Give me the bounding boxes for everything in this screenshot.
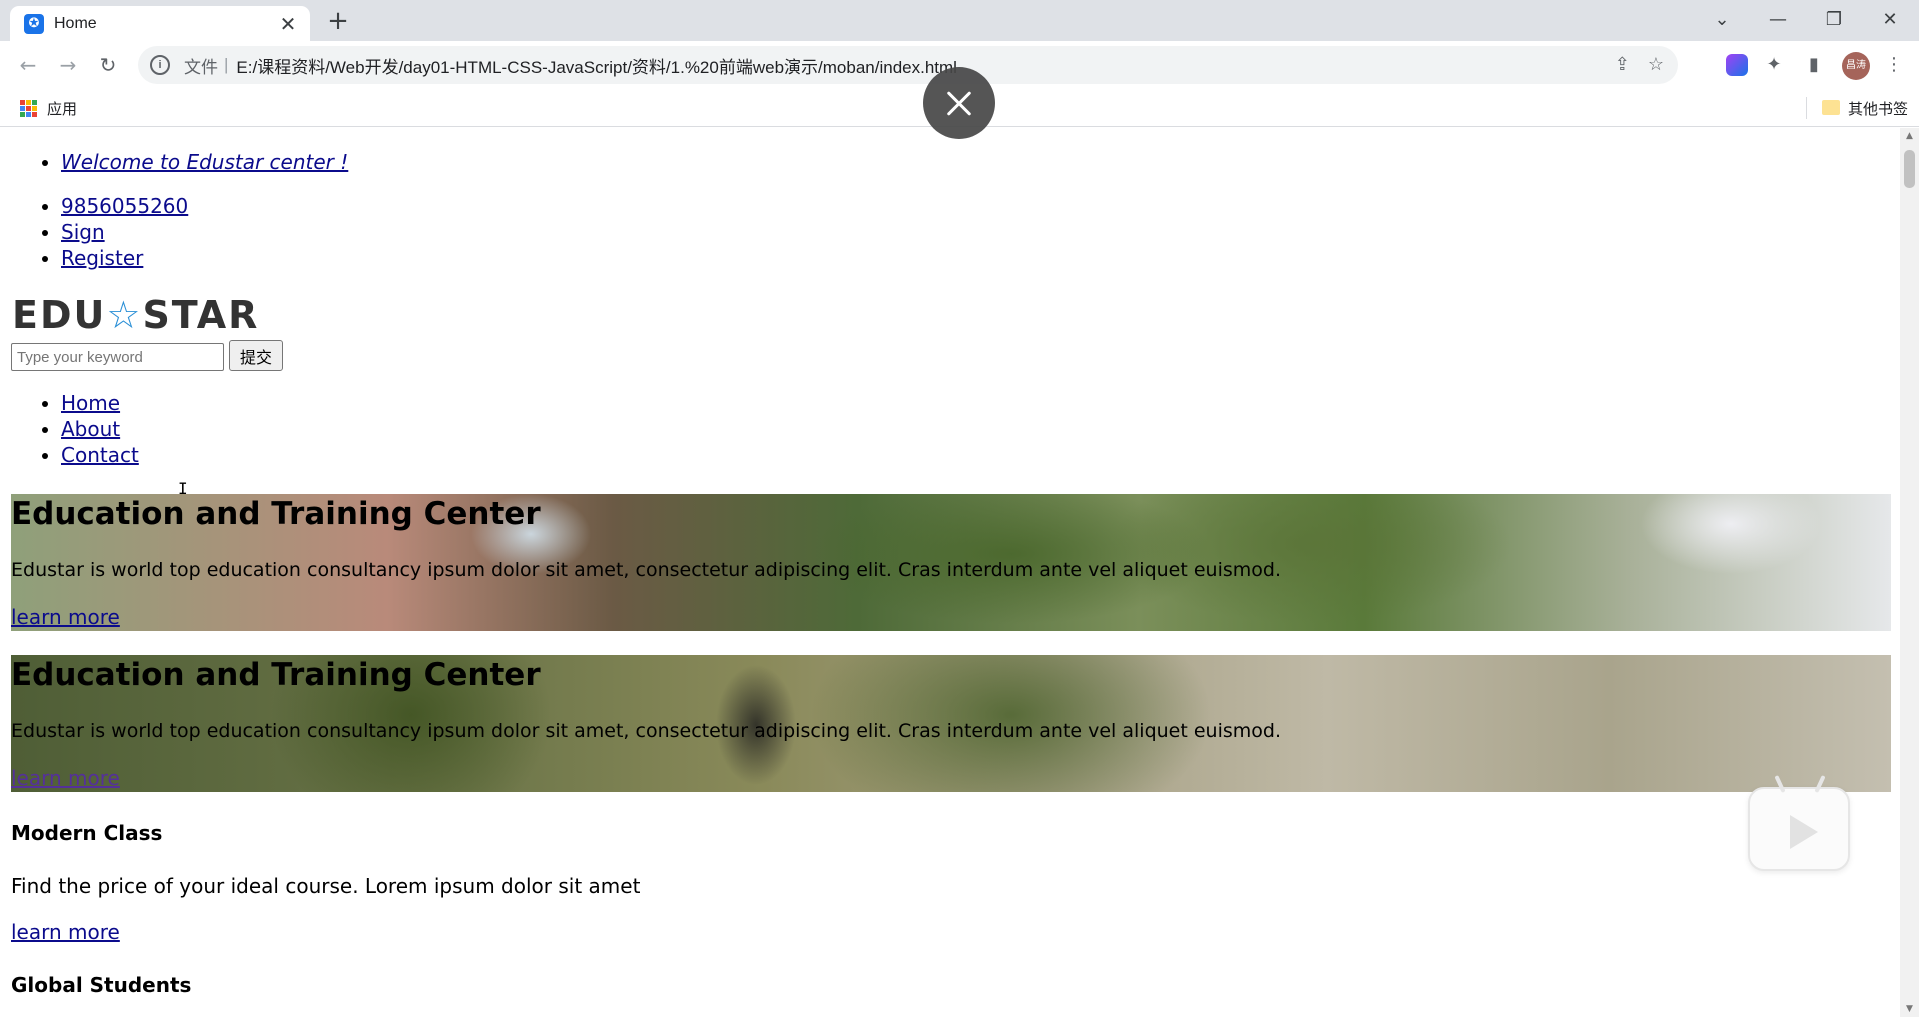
slide-text: Edustar is world top education consultan…: [11, 720, 1281, 742]
extension-app-icon[interactable]: [1726, 54, 1748, 76]
slide-title: Education and Training Center: [11, 496, 541, 532]
apps-bookmark[interactable]: 应用: [47, 98, 77, 119]
list-item: Sign: [61, 219, 188, 245]
file-scheme-label: 文件: [184, 57, 218, 77]
sign-link[interactable]: Sign: [61, 220, 105, 244]
new-tab-button[interactable]: +: [322, 6, 354, 38]
bookmark-star-icon[interactable]: ☆: [1648, 54, 1664, 75]
list-item: Register: [61, 245, 188, 271]
edustar-favicon-icon: ✪: [24, 13, 44, 34]
side-panel-icon[interactable]: ▮: [1799, 50, 1829, 80]
page-scrollbar[interactable]: ▲ ▼: [1900, 128, 1919, 1017]
contact-list: 9856055260 Sign Register: [0, 193, 188, 271]
star-icon: ☆: [106, 293, 143, 337]
tab-close-icon[interactable]: ✕: [276, 12, 300, 36]
page-viewport: Welcome to Edustar center ! 9856055260 S…: [0, 128, 1900, 1017]
omnibox-separator: |: [224, 55, 229, 74]
slide-text: Edustar is world top education consultan…: [11, 559, 1281, 581]
browser-tab-strip: ✪ Home ✕ + ⌄ — ❐ ✕: [0, 0, 1919, 41]
welcome-link[interactable]: Welcome to Edustar center !: [61, 150, 348, 174]
apps-grid-dot: [26, 106, 31, 111]
logo-text-edu: EDU: [12, 293, 107, 337]
reload-icon[interactable]: ↻: [92, 49, 124, 81]
tab-search-chevron-icon[interactable]: ⌄: [1694, 0, 1750, 41]
minimize-button[interactable]: —: [1750, 0, 1806, 41]
scroll-down-arrow-icon[interactable]: ▼: [1900, 1001, 1919, 1017]
feature-title-modern-class: Modern Class: [11, 821, 163, 845]
browser-menu-icon[interactable]: ⋮: [1879, 50, 1909, 80]
url-text[interactable]: E:/课程资料/Web开发/day01-HTML-CSS-JavaScript/…: [236, 53, 957, 78]
list-item: Home: [61, 390, 139, 416]
submit-button[interactable]: 提交: [229, 340, 283, 371]
play-icon: [1790, 815, 1818, 849]
welcome-list: Welcome to Edustar center !: [0, 149, 348, 175]
edustar-logo[interactable]: EDU☆STAR: [12, 293, 259, 337]
profile-avatar[interactable]: 昌涛: [1842, 52, 1870, 80]
bookmarks-divider: [1806, 97, 1807, 119]
list-item: Contact: [61, 442, 139, 468]
slide-learn-more-link[interactable]: learn more: [11, 766, 120, 790]
feature-learn-more-link[interactable]: learn more: [11, 920, 120, 944]
apps-grid-dot: [20, 112, 25, 117]
feature-title-global-students: Global Students: [11, 973, 192, 997]
hero-slide-2: Education and Training Center Edustar is…: [11, 655, 1891, 792]
main-nav: Home About Contact: [0, 390, 139, 468]
list-item: About: [61, 416, 139, 442]
folder-icon: [1822, 100, 1840, 115]
apps-grid-dot: [20, 106, 25, 111]
list-item: Welcome to Edustar center !: [61, 149, 348, 175]
address-bar[interactable]: i 文件 | E:/课程资料/Web开发/day01-HTML-CSS-Java…: [138, 46, 1678, 84]
other-bookmarks[interactable]: 其他书签: [1848, 98, 1908, 119]
logo-text-star: STAR: [142, 293, 260, 337]
overlay-close-icon[interactable]: [923, 67, 995, 139]
site-info-icon[interactable]: i: [150, 55, 170, 75]
text-cursor-icon: I: [178, 479, 188, 498]
share-icon[interactable]: ⇪: [1615, 54, 1630, 75]
search-input[interactable]: [11, 343, 224, 371]
video-player-widget[interactable]: [1748, 774, 1850, 871]
tab-title: Home: [54, 14, 97, 32]
apps-grid-dot: [26, 100, 31, 105]
scroll-thumb[interactable]: [1904, 150, 1915, 188]
phone-link[interactable]: 9856055260: [61, 194, 188, 218]
nav-home-link[interactable]: Home: [61, 391, 120, 415]
nav-about-link[interactable]: About: [61, 417, 120, 441]
forward-arrow-icon[interactable]: →: [52, 49, 84, 81]
apps-grid-dot: [32, 112, 37, 117]
nav-contact-link[interactable]: Contact: [61, 443, 139, 467]
apps-grid-dot: [26, 112, 31, 117]
slide-learn-more-link[interactable]: learn more: [11, 605, 120, 629]
back-arrow-icon[interactable]: ←: [12, 49, 44, 81]
apps-grid-icon[interactable]: [20, 100, 37, 117]
feature-text: Find the price of your ideal course. Lor…: [11, 874, 641, 898]
register-link[interactable]: Register: [61, 246, 143, 270]
window-close-button[interactable]: ✕: [1862, 0, 1918, 41]
extensions-puzzle-icon[interactable]: ✦: [1759, 50, 1789, 80]
slide-title: Education and Training Center: [11, 657, 541, 693]
apps-grid-dot: [32, 100, 37, 105]
apps-grid-dot: [20, 100, 25, 105]
omnibox-actions: ⇪ ☆: [1615, 54, 1664, 75]
browser-tab-home[interactable]: ✪ Home ✕: [10, 6, 310, 41]
list-item: 9856055260: [61, 193, 188, 219]
hero-slide-1: Education and Training Center Edustar is…: [11, 494, 1891, 631]
apps-grid-dot: [32, 106, 37, 111]
restore-button[interactable]: ❐: [1806, 0, 1862, 41]
scroll-up-arrow-icon[interactable]: ▲: [1900, 128, 1919, 144]
